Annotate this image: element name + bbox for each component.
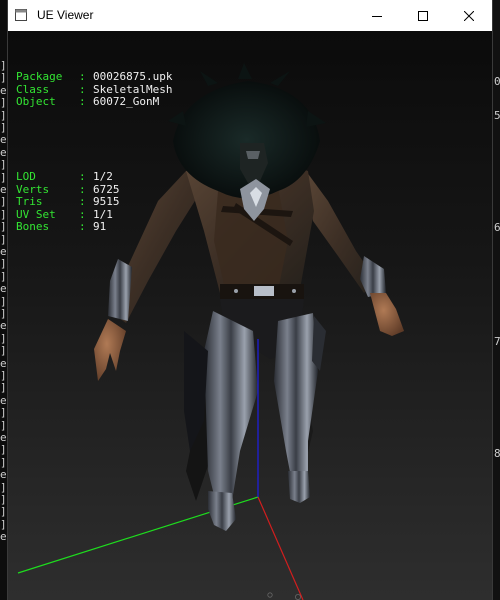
info-row-lod: LOD:1/2 bbox=[16, 170, 172, 184]
background-glyph: ] bbox=[0, 294, 7, 308]
background-glyph: ] bbox=[0, 158, 7, 172]
maximize-button[interactable] bbox=[400, 0, 446, 31]
background-glyph: 5 bbox=[494, 109, 500, 122]
background-glyph: 8 bbox=[494, 447, 500, 460]
background-glyph: 6 bbox=[494, 221, 500, 234]
info-separator: : bbox=[79, 170, 86, 183]
background-glyph: ] bbox=[0, 71, 7, 85]
info-label: Tris bbox=[16, 195, 43, 208]
background-glyph: ] bbox=[0, 207, 7, 221]
info-value: 1/2 bbox=[93, 170, 113, 183]
background-glyph: ] bbox=[0, 418, 7, 432]
background-glyph: e bbox=[0, 133, 7, 147]
background-glyph: ] bbox=[0, 480, 7, 494]
info-value: 00026875.upk bbox=[93, 70, 173, 83]
background-glyph: ] bbox=[0, 455, 7, 469]
minimize-icon bbox=[372, 15, 382, 17]
background-glyph: ] bbox=[0, 493, 7, 506]
background-glyph: ] bbox=[0, 369, 7, 382]
background-glyph: ] bbox=[0, 344, 7, 358]
info-label: Package bbox=[16, 70, 63, 83]
background-glyph: e bbox=[0, 431, 7, 444]
info-separator: : bbox=[79, 70, 86, 83]
3d-viewport[interactable]: Package:00026875.upk Class: SkeletalMesh Ob… bbox=[8, 31, 492, 600]
info-separator: : bbox=[79, 220, 86, 233]
background-glyph: e bbox=[0, 282, 7, 296]
mesh-stats-block: LOD:1/2 Verts:6725 Tris:9515 UV Set:1/1 Bone… bbox=[16, 170, 172, 234]
info-label: Object bbox=[16, 95, 56, 108]
close-button[interactable] bbox=[446, 0, 492, 31]
maximize-icon bbox=[418, 10, 428, 21]
axis-x-line bbox=[257, 496, 304, 600]
background-glyph: e bbox=[0, 145, 7, 159]
viewport-corner-glyph bbox=[267, 592, 273, 598]
background-glyph: ] bbox=[0, 307, 7, 320]
background-glyph: ] bbox=[0, 121, 7, 134]
background-glyph: e bbox=[0, 468, 7, 482]
background-glyph: ] bbox=[0, 195, 7, 209]
background-glyph: e bbox=[0, 245, 7, 258]
title-bar[interactable]: UE Viewer bbox=[8, 0, 492, 31]
character-left-leg bbox=[204, 311, 258, 511]
info-separator: : bbox=[79, 95, 86, 108]
character-right-leg bbox=[274, 313, 318, 493]
info-value: 60072_GonM bbox=[93, 95, 160, 108]
info-row-object: Object:60072_GonM bbox=[16, 95, 172, 109]
background-glyph: ] bbox=[0, 443, 7, 457]
character-right-foot bbox=[288, 471, 310, 503]
background-glyph: ] bbox=[0, 406, 7, 420]
background-glyph: ] bbox=[0, 59, 7, 72]
app-window-icon bbox=[15, 9, 27, 21]
background-glyph: e bbox=[0, 393, 7, 407]
background-glyph: e bbox=[0, 356, 7, 370]
info-value: 91 bbox=[93, 220, 107, 233]
background-glyph: ] bbox=[0, 381, 7, 395]
background-glyph: e bbox=[0, 83, 7, 97]
background-glyph: ] bbox=[0, 108, 7, 122]
ue-viewer-window: UE Viewer Package: 00026875.upk Class:… bbox=[8, 0, 492, 600]
info-label: LOD bbox=[16, 170, 36, 183]
background-glyph: e bbox=[0, 530, 7, 544]
minimize-button[interactable] bbox=[354, 0, 400, 31]
mesh-info-overlay: Package:00026875.upk Class: SkeletalMesh Ob… bbox=[16, 46, 172, 259]
background-glyph: e bbox=[0, 183, 7, 196]
character-left-foot bbox=[208, 491, 236, 531]
background-glyph: ] bbox=[0, 170, 7, 184]
background-glyph: ] bbox=[0, 505, 7, 519]
background-glyph: ] bbox=[0, 96, 7, 110]
background-glyph: ] bbox=[0, 517, 7, 531]
object-info-block: Package:00026875.upk Class: SkeletalMesh Ob… bbox=[16, 70, 173, 109]
background-glyph: 7 bbox=[494, 335, 500, 348]
info-label: Bones bbox=[16, 220, 50, 233]
background-glyph: ] bbox=[0, 257, 7, 271]
background-glyph: ] bbox=[0, 269, 7, 283]
background-glyph: ] bbox=[0, 232, 7, 246]
info-value: 9515 bbox=[93, 195, 120, 208]
info-row-bones: Bones:91 bbox=[16, 220, 172, 234]
background-glyph: ] bbox=[0, 220, 7, 234]
background-glyph: 0 bbox=[494, 75, 500, 88]
background-terminal-right bbox=[492, 0, 500, 600]
window-title: UE Viewer bbox=[37, 8, 94, 22]
info-row-package: Package:00026875.upk bbox=[16, 70, 173, 84]
background-glyph: ] bbox=[0, 331, 7, 345]
info-row-tris: Tris:9515 bbox=[16, 195, 172, 209]
close-icon bbox=[464, 10, 474, 21]
info-separator: : bbox=[79, 195, 86, 208]
background-glyph: e bbox=[0, 319, 7, 333]
